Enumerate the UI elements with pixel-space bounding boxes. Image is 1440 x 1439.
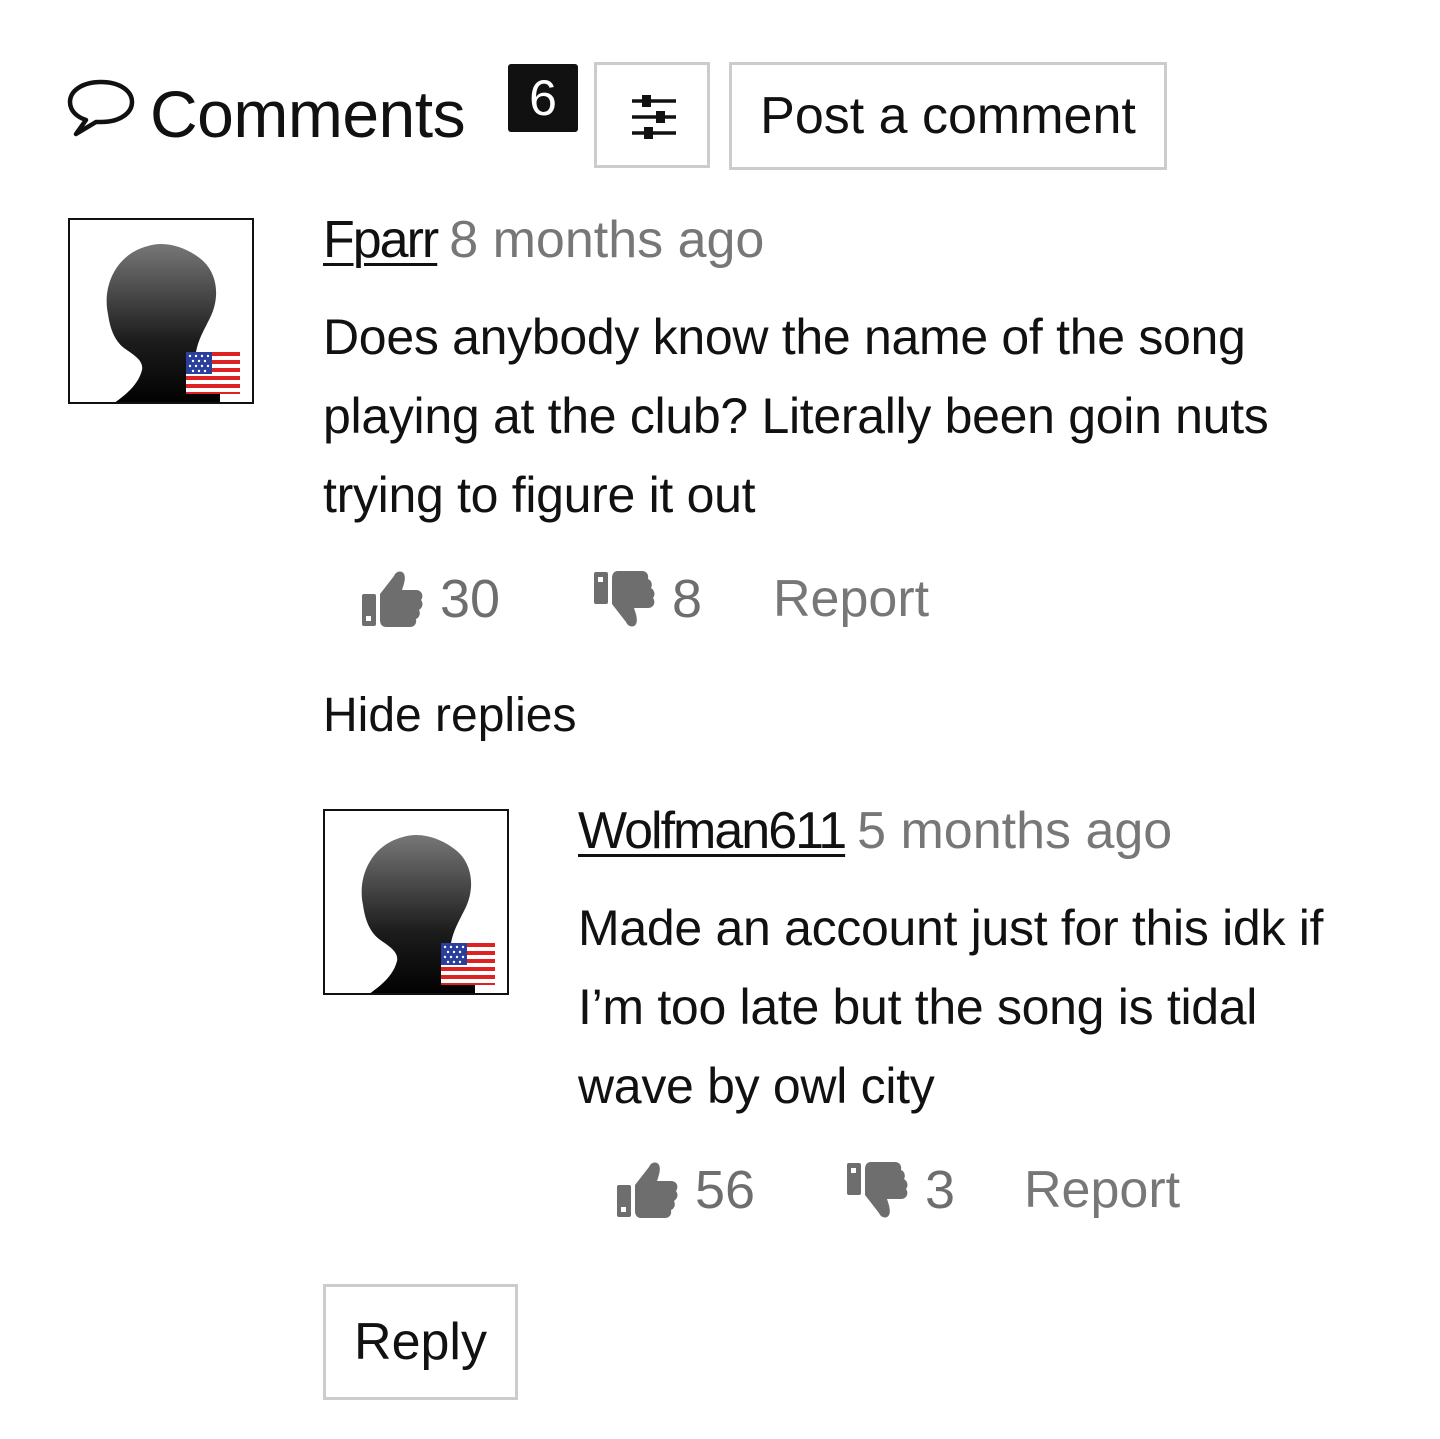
- comments-title: Comments: [150, 77, 466, 151]
- thumbs-down-icon: [847, 1162, 908, 1218]
- thumbs-down-icon: [594, 571, 655, 627]
- comment-actions: 30 8 Report: [362, 564, 962, 634]
- report-link[interactable]: Report: [773, 564, 929, 634]
- like-count: 30: [440, 569, 501, 629]
- like-button[interactable]: 56: [617, 1155, 767, 1225]
- speech-bubble-icon: [67, 79, 135, 137]
- dislike-count: 3: [925, 1160, 956, 1220]
- thumbs-up-icon: [362, 571, 423, 627]
- sliders-icon: [632, 95, 676, 139]
- comments-header: Comments 6 Post a comment: [66, 62, 1176, 172]
- like-button[interactable]: 30: [362, 564, 512, 634]
- comment-meta: Wolfman611 5 months ago: [578, 799, 1172, 863]
- report-link[interactable]: Report: [1024, 1155, 1180, 1225]
- comment-meta: Fparr 8 months ago: [323, 208, 764, 272]
- dislike-button[interactable]: 3: [847, 1155, 977, 1225]
- comment-actions: 56 3 Report: [617, 1155, 1217, 1225]
- us-flag-icon: [186, 352, 240, 394]
- comment-count-badge: 6: [508, 64, 578, 132]
- dislike-count: 8: [672, 569, 703, 629]
- thumbs-up-icon: [617, 1162, 678, 1218]
- comment-body: Made an account just for this idk if I’m…: [578, 900, 1324, 1114]
- avatar[interactable]: [68, 218, 254, 404]
- like-count: 56: [695, 1160, 756, 1220]
- timestamp: 5 months ago: [857, 802, 1173, 860]
- post-comment-button[interactable]: Post a comment: [729, 62, 1167, 170]
- dislike-button[interactable]: 8: [594, 564, 724, 634]
- author-link[interactable]: Fparr: [323, 211, 439, 269]
- timestamp: 8 months ago: [449, 211, 765, 269]
- comment-body: Does anybody know the name of the song p…: [323, 309, 1269, 523]
- reply-button[interactable]: Reply: [323, 1284, 518, 1400]
- avatar[interactable]: [323, 809, 509, 995]
- sort-filter-button[interactable]: [594, 62, 710, 168]
- us-flag-icon: [441, 943, 495, 985]
- author-link[interactable]: Wolfman611: [578, 802, 847, 860]
- hide-replies-link[interactable]: Hide replies: [323, 686, 576, 746]
